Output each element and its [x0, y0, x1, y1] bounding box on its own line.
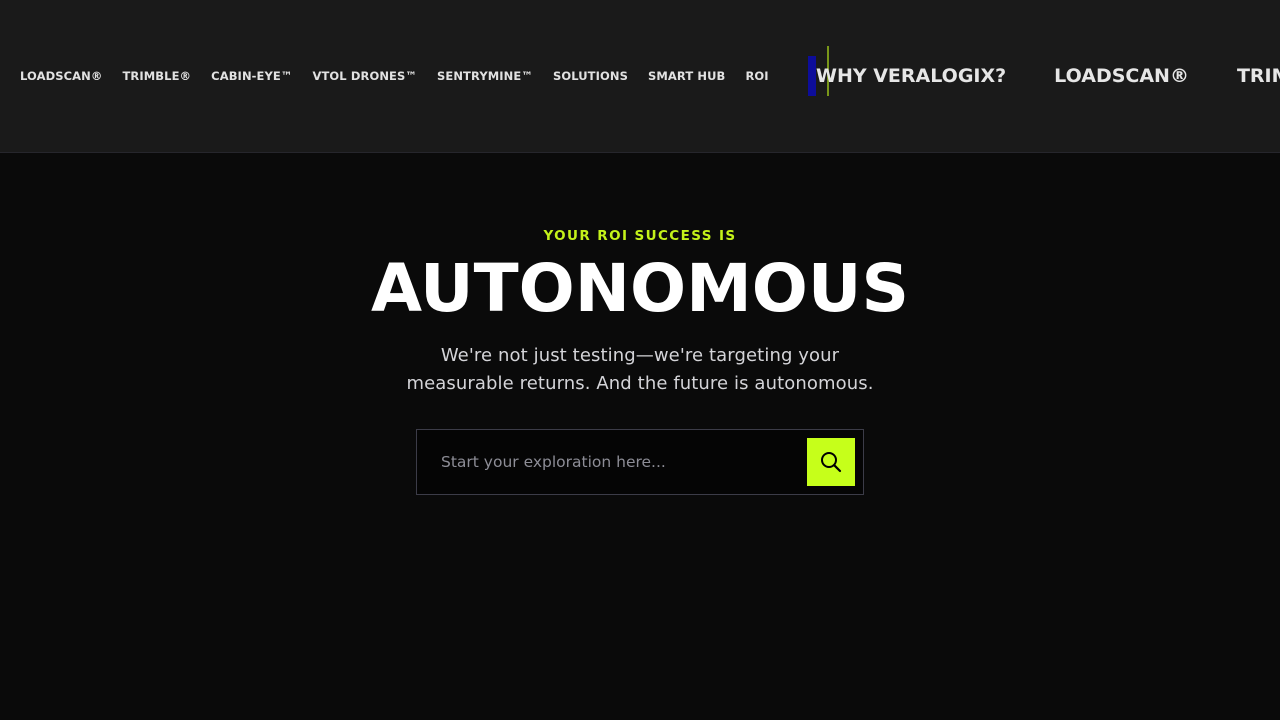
nav-item-solutions[interactable]: SOLUTIONS [553, 68, 628, 84]
ticker-item-loadscan[interactable]: LOADSCAN® [1054, 62, 1189, 90]
hero-subtitle-line-2: measurable returns. And the future is au… [406, 373, 874, 394]
search-form [416, 429, 864, 495]
hero-subtitle: We're not just testing—we're targeting y… [390, 342, 890, 398]
scrolling-ticker: WHY VERALOGIX? LOADSCAN® TRIMBLE® [816, 62, 1280, 90]
nav-item-sentrymine[interactable]: SENTRYMINE™ [437, 68, 533, 84]
hero-subtitle-line-1: We're not just testing—we're targeting y… [440, 345, 840, 366]
ticker-item-trimble[interactable]: TRIMBLE® [1237, 62, 1280, 90]
search-icon [819, 450, 843, 474]
ticker-item-why-veralogix[interactable]: WHY VERALOGIX? [816, 62, 1006, 90]
ticker-cursor-marker [808, 56, 816, 96]
search-input[interactable] [431, 440, 807, 484]
nav-item-cabin-eye[interactable]: CABIN-EYE™ [211, 68, 292, 84]
hero-eyebrow: YOUR ROI SUCCESS IS [543, 228, 737, 244]
nav-item-loadscan[interactable]: LOADSCAN® [20, 68, 102, 84]
hero-headline: AUTONOMOUS [370, 250, 910, 327]
nav-item-roi[interactable]: ROI [745, 68, 768, 84]
nav-item-vtol-drones[interactable]: VTOL DRONES™ [312, 68, 417, 84]
main-nav: LOADSCAN® TRIMBLE® CABIN-EYE™ VTOL DRONE… [20, 68, 769, 84]
nav-item-smart-hub[interactable]: SMART HUB [648, 68, 725, 84]
search-button[interactable] [807, 438, 855, 486]
nav-item-trimble[interactable]: TRIMBLE® [122, 68, 191, 84]
hero-section: YOUR ROI SUCCESS IS AUTONOMOUS We're not… [0, 153, 1280, 720]
site-header: LOADSCAN® TRIMBLE® CABIN-EYE™ VTOL DRONE… [0, 0, 1280, 153]
